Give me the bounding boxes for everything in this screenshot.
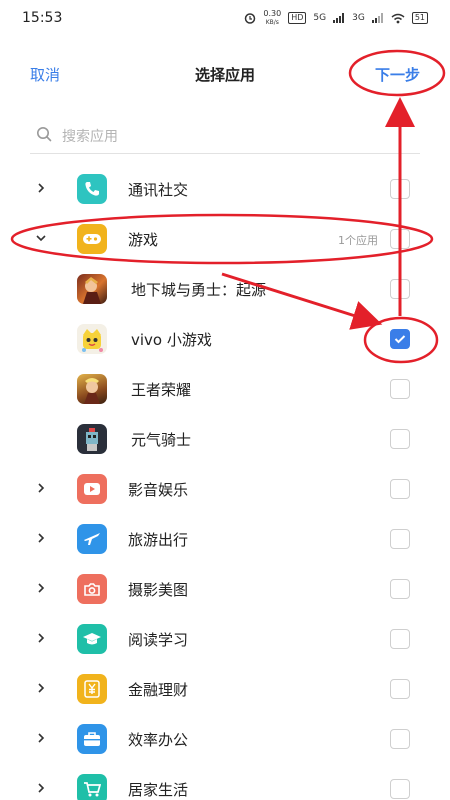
app-label: vivo 小游戏	[131, 331, 212, 349]
category-label: 旅游出行	[128, 531, 189, 549]
app-row-honor-of-kings[interactable]: 王者荣耀	[0, 364, 450, 414]
category-checkbox[interactable]	[390, 729, 410, 749]
category-row-media[interactable]: 影音娱乐	[0, 464, 450, 514]
gamepad-icon	[77, 224, 107, 254]
soul-knight-app-icon	[77, 424, 107, 454]
search-bar[interactable]: 搜索应用	[30, 118, 420, 154]
battery-icon: 51	[411, 12, 428, 24]
chevron-right-icon[interactable]	[34, 581, 48, 595]
chevron-right-icon[interactable]	[34, 531, 48, 545]
category-checkbox[interactable]	[390, 629, 410, 649]
chevron-right-icon[interactable]	[34, 481, 48, 495]
check-icon	[394, 335, 406, 344]
chevron-right-icon[interactable]	[34, 631, 48, 645]
graduation-cap-icon	[77, 624, 107, 654]
airplane-icon	[77, 524, 107, 554]
category-label: 居家生活	[128, 781, 189, 799]
category-label: 游戏	[128, 231, 159, 249]
category-row-travel[interactable]: 旅游出行	[0, 514, 450, 564]
category-label: 通讯社交	[128, 181, 189, 199]
category-label: 摄影美图	[128, 581, 189, 599]
category-label: 效率办公	[128, 731, 189, 749]
category-row-office[interactable]: 效率办公	[0, 714, 450, 764]
app-label: 元气骑士	[131, 431, 192, 449]
app-label: 地下城与勇士：起源	[131, 281, 267, 299]
category-checkbox[interactable]	[390, 779, 410, 799]
category-app-count: 1个应用	[338, 234, 378, 247]
search-input[interactable]: 搜索应用	[62, 126, 118, 146]
status-time: 15:53	[22, 10, 63, 26]
app-category-list: 通讯社交 游戏 1个应用 地下城与勇士：起源 vivo 小游戏 王者荣耀 元气骑…	[0, 164, 450, 800]
category-row-games[interactable]: 游戏 1个应用	[0, 214, 450, 264]
app-row-soul-knight[interactable]: 元气骑士	[0, 414, 450, 464]
app-row-dnf[interactable]: 地下城与勇士：起源	[0, 264, 450, 314]
category-label: 阅读学习	[128, 631, 189, 649]
category-row-social[interactable]: 通讯社交	[0, 164, 450, 214]
signal-5g: 5G	[313, 13, 327, 23]
app-checkbox[interactable]	[390, 279, 410, 299]
honor-of-kings-app-icon	[77, 374, 107, 404]
category-row-finance[interactable]: 金融理财	[0, 664, 450, 714]
category-row-photo[interactable]: 摄影美图	[0, 564, 450, 614]
camera-icon	[77, 574, 107, 604]
chevron-down-icon[interactable]	[34, 231, 48, 245]
chevron-right-icon[interactable]	[34, 681, 48, 695]
signal-3g: 3G	[352, 13, 365, 23]
category-checkbox[interactable]	[390, 579, 410, 599]
vivo-minigame-app-icon	[77, 324, 107, 354]
chevron-right-icon[interactable]	[34, 181, 48, 195]
hd-badge: HD	[288, 12, 307, 24]
category-row-home[interactable]: 居家生活	[0, 764, 450, 800]
play-icon	[77, 474, 107, 504]
app-checkbox-checked[interactable]	[390, 329, 410, 349]
category-label: 金融理财	[128, 681, 189, 699]
category-checkbox[interactable]	[390, 529, 410, 549]
app-checkbox[interactable]	[390, 379, 410, 399]
dnf-app-icon	[77, 274, 107, 304]
category-checkbox[interactable]	[390, 479, 410, 499]
status-icons: 0.30 KB/s HD 5G 3G 51	[244, 9, 428, 27]
next-step-button[interactable]: 下一步	[375, 64, 420, 85]
briefcase-icon	[77, 724, 107, 754]
yen-icon	[77, 674, 107, 704]
category-checkbox[interactable]	[390, 679, 410, 699]
category-row-reading[interactable]: 阅读学习	[0, 614, 450, 664]
category-checkbox[interactable]	[390, 179, 410, 199]
status-bar: 15:53 0.30 KB/s HD 5G 3G 51	[0, 0, 450, 36]
chevron-right-icon[interactable]	[34, 781, 48, 795]
app-checkbox[interactable]	[390, 429, 410, 449]
battery-level: 51	[414, 13, 425, 22]
category-checkbox[interactable]	[390, 229, 410, 249]
net-speed-value: 0.30	[263, 9, 282, 18]
signal-bars-icon	[333, 13, 345, 23]
cart-icon	[77, 774, 107, 800]
app-label: 王者荣耀	[131, 381, 192, 399]
category-label: 影音娱乐	[128, 481, 189, 499]
chevron-right-icon[interactable]	[34, 731, 48, 745]
wifi-icon	[391, 13, 405, 24]
app-row-vivo-minigame[interactable]: vivo 小游戏	[0, 314, 450, 364]
search-icon	[36, 126, 52, 146]
nav-bar: 取消 选择应用 下一步	[0, 48, 450, 100]
net-speed: 0.30 KB/s	[263, 9, 281, 27]
alarm-icon	[244, 12, 256, 24]
phone-icon	[77, 174, 107, 204]
net-speed-unit: KB/s	[265, 19, 279, 26]
signal-bars-icon-2	[371, 13, 384, 23]
